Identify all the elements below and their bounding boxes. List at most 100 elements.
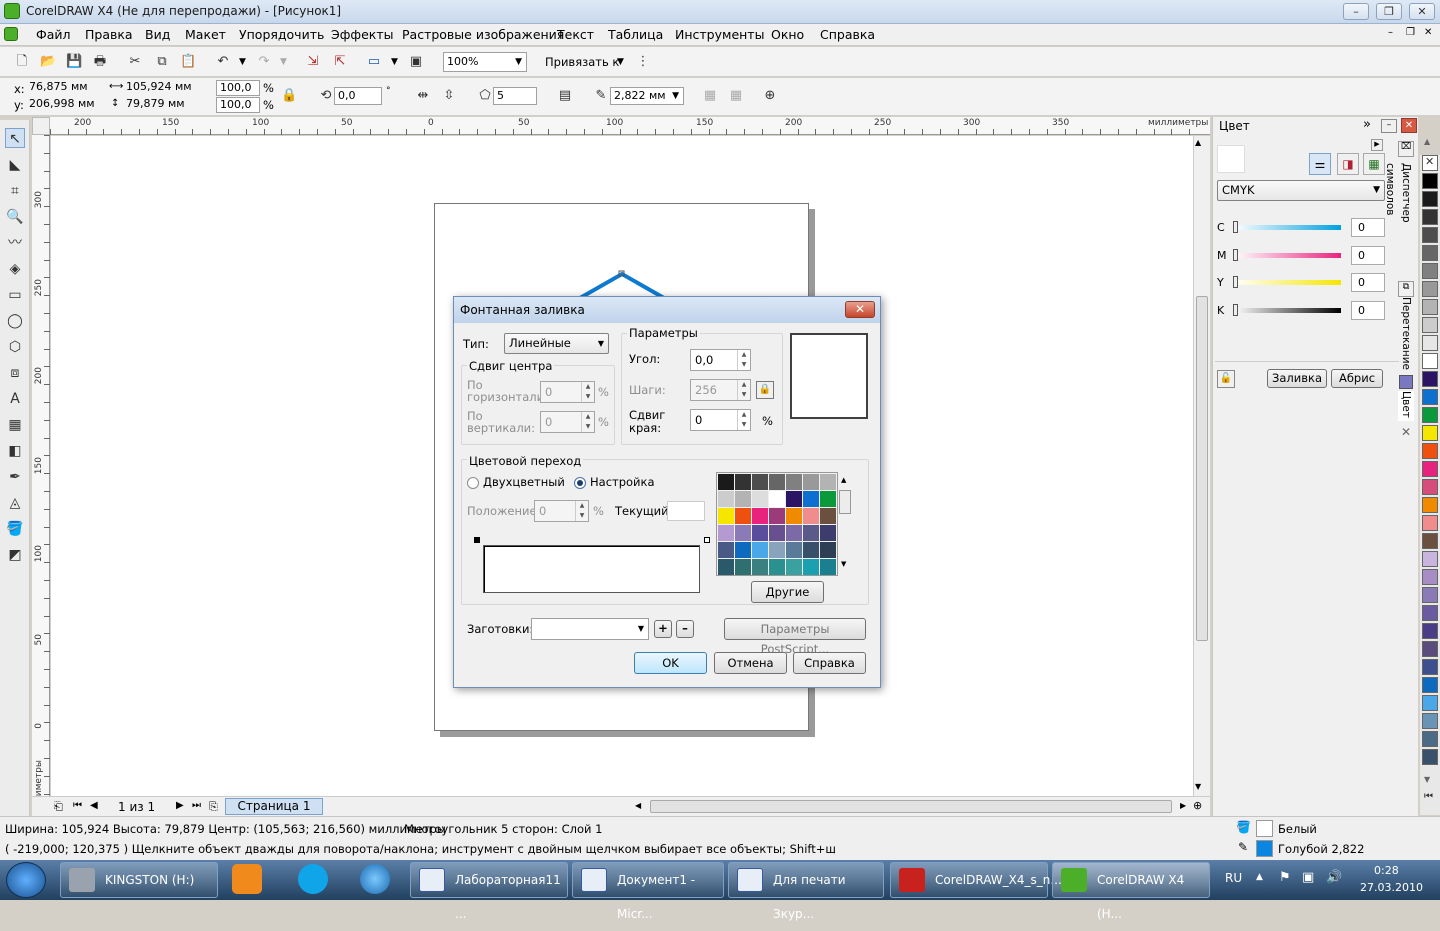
fill-tool-icon[interactable]: 🪣 (5, 519, 25, 539)
symbol-manager-tab-icon[interactable]: ⌧ (1398, 141, 1414, 157)
menu-view[interactable]: Вид (145, 27, 170, 42)
launcher-icon[interactable]: ▭ (366, 54, 382, 70)
palette-swatch[interactable] (1422, 281, 1438, 297)
crop-tool-icon[interactable]: ⌗ (5, 181, 25, 201)
channel-c-slider[interactable] (1233, 225, 1341, 230)
channel-c-handle[interactable] (1233, 221, 1238, 233)
menu-effects[interactable]: Эффекты (331, 27, 394, 42)
blend-color-cell[interactable] (820, 491, 836, 507)
prev-page-icon[interactable]: ◀ (90, 800, 98, 811)
channel-y-value[interactable]: 0 (1351, 273, 1385, 292)
blend-color-cell[interactable] (786, 542, 802, 558)
vertical-scroll-thumb[interactable] (1196, 296, 1208, 641)
palette-swatch[interactable] (1422, 515, 1438, 531)
basic-shapes-icon[interactable]: ⧈ (5, 363, 25, 383)
color-sliders-icon[interactable]: ⚌ (1309, 153, 1331, 175)
presets-select[interactable]: ▼ (531, 618, 649, 640)
eyedropper-tool-icon[interactable]: ✒ (5, 467, 25, 487)
menu-file[interactable]: Файл (36, 27, 71, 42)
fill-color-swatch[interactable] (1256, 820, 1273, 837)
page-tab[interactable]: Страница 1 (225, 798, 323, 815)
apply-outline-button[interactable]: Абрис (1331, 369, 1383, 388)
close-button[interactable]: ✕ (1409, 3, 1435, 20)
help-button[interactable]: Справка (793, 652, 866, 674)
palette-swatch[interactable] (1422, 641, 1438, 657)
spinner-icon[interactable]: ▲ ▼ (737, 380, 750, 400)
ok-button[interactable]: OK (634, 652, 707, 674)
current-color-swatch[interactable] (667, 501, 705, 521)
channel-c-value[interactable]: 0 (1351, 218, 1385, 237)
taskbar-item-coreldraw[interactable]: CorelDRAW X4 (H... (1052, 862, 1210, 921)
blend-color-cell[interactable] (769, 525, 785, 541)
menu-edit[interactable]: Правка (85, 27, 133, 42)
save-icon[interactable]: 💾 (66, 54, 82, 70)
taskbar-item-print[interactable]: Для печати Зкур... (728, 862, 884, 921)
channel-m-value[interactable]: 0 (1351, 246, 1385, 265)
blend-color-cell[interactable] (752, 491, 768, 507)
palette-swatch[interactable] (1422, 389, 1438, 405)
blend-color-cell[interactable] (769, 474, 785, 490)
cut-icon[interactable]: ✂ (127, 54, 143, 70)
channel-m-slider[interactable] (1233, 253, 1341, 258)
palette-swatch[interactable] (1422, 209, 1438, 225)
mirror-vertical-icon[interactable]: ⇳ (441, 88, 457, 104)
blend-color-cell[interactable] (786, 559, 802, 575)
scroll-left-icon[interactable]: ◀ (635, 801, 641, 810)
blend-color-cell[interactable] (735, 474, 751, 490)
blend-tab-icon[interactable]: ⧉ (1398, 281, 1414, 297)
palette-swatch[interactable] (1422, 245, 1438, 261)
to-back-icon[interactable]: ▦ (728, 88, 744, 104)
redo-dropdown-icon[interactable]: ▼ (280, 57, 287, 67)
outline-color-swatch[interactable] (1256, 840, 1273, 857)
blend-color-cell[interactable] (752, 525, 768, 541)
pick-tool-icon[interactable]: ↖ (5, 128, 25, 148)
blend-color-cell[interactable] (735, 559, 751, 575)
add-preset-icon[interactable]: + (654, 620, 672, 638)
open-icon[interactable]: 📂 (40, 54, 56, 70)
options-icon[interactable]: ⋮ (635, 54, 651, 70)
add-page-before-icon[interactable]: ⎗ (54, 800, 63, 814)
blend-color-cell[interactable] (735, 542, 751, 558)
minimize-button[interactable]: – (1343, 3, 1369, 20)
mirror-horizontal-icon[interactable]: ⇹ (415, 88, 431, 104)
edge-pad-field[interactable]: 0 ▲ ▼ (690, 409, 751, 431)
angle-field[interactable]: 0,0 ▲ ▼ (690, 349, 751, 371)
blend-color-cell[interactable] (786, 508, 802, 524)
blend-color-cell[interactable] (820, 525, 836, 541)
custom-radio[interactable] (574, 477, 586, 489)
x-position-field[interactable]: 76,875 мм (26, 80, 102, 96)
text-tool-icon[interactable]: A (5, 389, 25, 409)
polygon-shape[interactable] (570, 268, 680, 298)
blend-color-cell[interactable] (735, 525, 751, 541)
docker-menu-icon[interactable]: ▶ (1371, 139, 1383, 151)
palette-swatch[interactable] (1422, 659, 1438, 675)
palette-swatch[interactable] (1422, 533, 1438, 549)
scroll-up-icon[interactable]: ▲ (1195, 138, 1201, 147)
doc-restore-icon[interactable]: ❐ (1406, 27, 1415, 38)
blend-color-cell[interactable] (735, 508, 751, 524)
language-indicator[interactable]: RU (1225, 871, 1242, 885)
blend-color-cell[interactable] (752, 542, 768, 558)
grid-scroll-up-icon[interactable]: ▲ (841, 476, 846, 484)
palette-swatch[interactable] (1422, 371, 1438, 387)
taskbar-item-kingston[interactable]: KINGSTON (H:) (60, 862, 218, 898)
table-tool-icon[interactable]: ▦ (5, 415, 25, 435)
blend-color-cell[interactable] (803, 508, 819, 524)
fill-preview[interactable] (790, 333, 868, 419)
media-player-icon[interactable] (232, 864, 262, 894)
width-field[interactable]: 105,924 мм (123, 80, 199, 96)
grid-scroll-thumb[interactable] (839, 490, 851, 514)
blend-color-cell[interactable] (752, 474, 768, 490)
color-model-select[interactable]: CMYK ▼ (1217, 180, 1385, 201)
palette-swatch[interactable] (1422, 353, 1438, 369)
menu-table[interactable]: Таблица (608, 27, 663, 42)
vertical-scrollbar[interactable]: ▲ ▼ (1193, 136, 1210, 796)
menu-text[interactable]: Текст (557, 27, 594, 42)
blend-color-cell[interactable] (752, 559, 768, 575)
scroll-right-icon[interactable]: ▶ (1180, 801, 1186, 810)
start-button-icon[interactable] (6, 862, 46, 898)
palette-swatch[interactable] (1422, 623, 1438, 639)
height-field[interactable]: 79,879 мм (123, 97, 199, 113)
steps-lock-icon[interactable]: 🔒 (756, 381, 774, 399)
spinner-icon[interactable]: ▲ ▼ (737, 350, 750, 370)
